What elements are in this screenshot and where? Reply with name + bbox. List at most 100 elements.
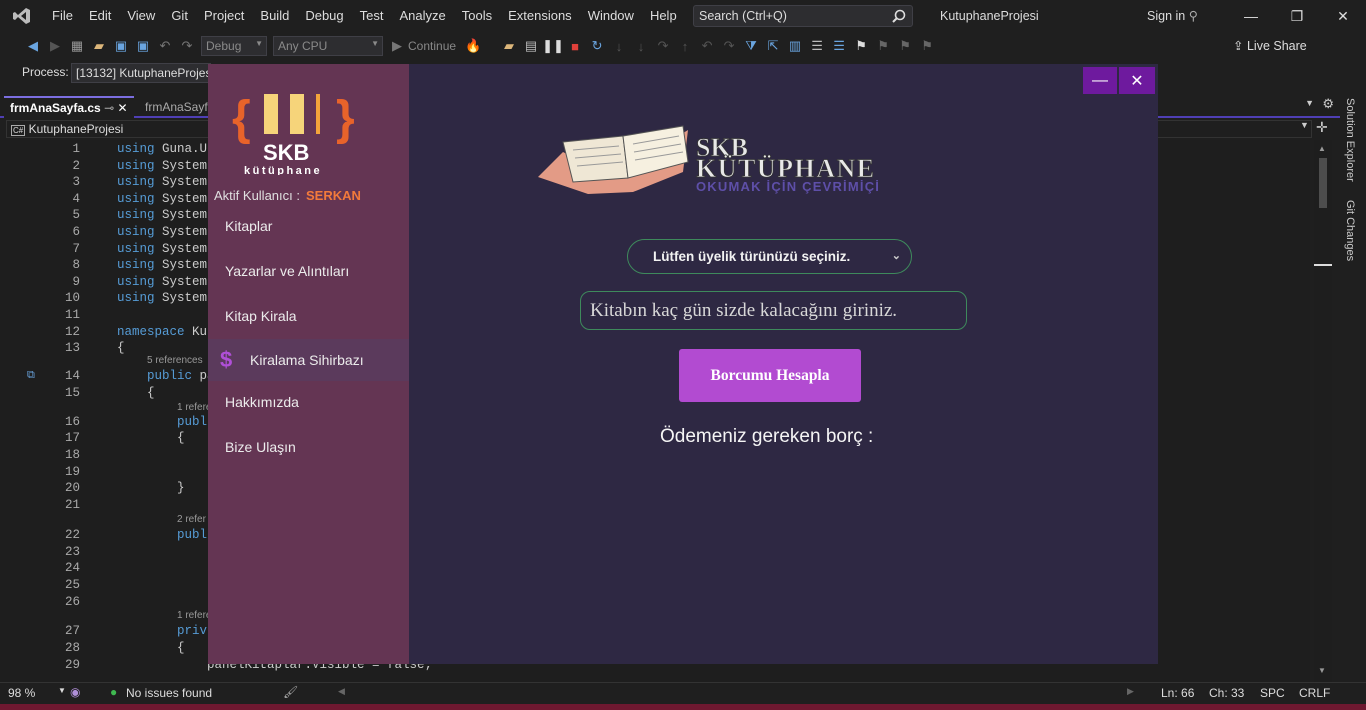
code-line[interactable]: using System: [117, 174, 207, 191]
codelens-references[interactable]: 2 refer: [177, 514, 206, 525]
scroll-down-icon[interactable]: ▼: [1318, 666, 1326, 675]
chevron-down-icon[interactable]: ▼: [58, 686, 66, 695]
codelens-references[interactable]: 5 references: [147, 355, 203, 366]
code-line[interactable]: {: [117, 430, 185, 447]
redo-nav-icon[interactable]: ↷: [719, 36, 739, 56]
codelens-references[interactable]: 1 refere: [177, 610, 211, 621]
menu-item-git[interactable]: Git: [163, 0, 196, 32]
stop-icon[interactable]: ■: [565, 36, 585, 56]
scroll-up-icon[interactable]: ▲: [1318, 144, 1326, 153]
code-line[interactable]: publ: [117, 414, 207, 431]
menu-item-help[interactable]: Help: [642, 0, 685, 32]
menu-item-analyze[interactable]: Analyze: [391, 0, 453, 32]
outdent-icon[interactable]: ☰: [829, 36, 849, 56]
undo-nav-icon[interactable]: ↶: [697, 36, 717, 56]
zoom-level[interactable]: 98 %: [8, 686, 35, 700]
inspect-icon[interactable]: ▥: [785, 36, 805, 56]
menu-item-tools[interactable]: Tools: [454, 0, 500, 32]
code-line[interactable]: {: [117, 385, 155, 402]
sidebar-item-kitap-kirala[interactable]: Kitap Kirala: [208, 295, 409, 337]
code-line[interactable]: {: [117, 340, 125, 357]
brush-icon[interactable]: 🖌: [283, 685, 298, 699]
save-all-icon[interactable]: ▣: [133, 36, 153, 56]
code-line[interactable]: using Guna.UI: [117, 141, 215, 158]
bookmark-prev-icon[interactable]: ⚑: [873, 36, 893, 56]
app-close-button[interactable]: ✕: [1119, 67, 1155, 94]
membership-type-dropdown[interactable]: Lütfen üyelik türünüzü seçiniz. ⌄: [627, 239, 912, 274]
split-editor-icon[interactable]: ✛: [1316, 119, 1328, 136]
visual-studio-logo-icon[interactable]: [0, 0, 44, 32]
menu-item-build[interactable]: Build: [252, 0, 297, 32]
sidebar-item-kiralama-sihirbazi[interactable]: $ Kiralama Sihirbazı: [208, 339, 409, 381]
minimize-window-button[interactable]: —: [1228, 0, 1274, 32]
solution-configuration-dropdown[interactable]: Debug ▼: [201, 36, 267, 56]
open-file-icon[interactable]: ▰: [89, 36, 109, 56]
menu-item-extensions[interactable]: Extensions: [500, 0, 580, 32]
close-window-button[interactable]: ✕: [1320, 0, 1366, 32]
code-line[interactable]: using System: [117, 207, 207, 224]
indent-icon[interactable]: ☰: [807, 36, 827, 56]
menu-item-window[interactable]: Window: [580, 0, 642, 32]
sign-in-link[interactable]: Sign in ⚲: [1147, 0, 1198, 32]
menu-item-file[interactable]: File: [44, 0, 81, 32]
sidebar-item-yazarlar[interactable]: Yazarlar ve Alıntıları: [208, 250, 409, 292]
hot-reload-icon[interactable]: 🔥: [463, 36, 483, 56]
layout-icon[interactable]: ▤: [521, 36, 541, 56]
code-line[interactable]: using System: [117, 224, 207, 241]
rental-days-input[interactable]: [580, 291, 967, 330]
menu-item-debug[interactable]: Debug: [297, 0, 351, 32]
code-line[interactable]: namespace Ku: [117, 324, 207, 341]
scroll-right-icon[interactable]: ▶: [1127, 686, 1134, 697]
line-ending[interactable]: CRLF: [1299, 686, 1330, 700]
scroll-left-icon[interactable]: ◀: [338, 686, 345, 697]
sidebar-item-hakkimizda[interactable]: Hakkımızda: [208, 381, 409, 423]
step-over-icon[interactable]: ↷: [653, 36, 673, 56]
code-line[interactable]: publ: [117, 527, 207, 544]
solution-platform-dropdown[interactable]: Any CPU ▼: [273, 36, 383, 56]
code-line[interactable]: using System: [117, 274, 207, 291]
settings-gear-icon[interactable]: ⚙: [1322, 96, 1334, 112]
code-line[interactable]: {: [117, 640, 185, 657]
code-line[interactable]: using System: [117, 290, 207, 307]
app-minimize-button[interactable]: —: [1083, 67, 1117, 94]
menu-item-project[interactable]: Project: [196, 0, 252, 32]
pin-icon[interactable]: ⊸: [104, 101, 114, 115]
undo-icon[interactable]: ↶: [155, 36, 175, 56]
menu-item-edit[interactable]: Edit: [81, 0, 119, 32]
continue-label[interactable]: Continue: [408, 39, 456, 53]
code-line[interactable]: using System: [117, 241, 207, 258]
redo-icon[interactable]: ↷: [177, 36, 197, 56]
pause-icon[interactable]: ❚❚: [542, 36, 564, 56]
live-share-button[interactable]: ⇪ Live Share: [1233, 32, 1307, 60]
bookmark-next-icon[interactable]: ⚑: [895, 36, 915, 56]
close-tab-icon[interactable]: ✕: [117, 101, 127, 115]
restore-window-button[interactable]: ❐: [1274, 0, 1320, 32]
step-into-icon[interactable]: ↓: [631, 36, 651, 56]
new-project-icon[interactable]: ▦: [67, 36, 87, 56]
tab-frmanasayfa-cs[interactable]: frmAnaSayfa.cs ⊸ ✕: [4, 96, 134, 118]
cursor-icon[interactable]: ⇱: [763, 36, 783, 56]
continue-icon[interactable]: ▶: [387, 36, 407, 56]
bookmark-icon[interactable]: ⚑: [851, 36, 871, 56]
code-line[interactable]: }: [117, 480, 185, 497]
sidebar-item-kitaplar[interactable]: Kitaplar: [208, 205, 409, 247]
diagnostics-icon[interactable]: ⧩: [741, 36, 761, 56]
search-box[interactable]: Search (Ctrl+Q): [693, 5, 913, 27]
folder-icon[interactable]: ▰: [499, 36, 519, 56]
step-out-icon[interactable]: ↑: [675, 36, 695, 56]
save-icon[interactable]: ▣: [111, 36, 131, 56]
scrollbar-thumb[interactable]: [1319, 158, 1327, 208]
tab-overflow-icon[interactable]: ▼: [1305, 98, 1314, 108]
calculate-debt-button[interactable]: Borcumu Hesapla: [679, 349, 861, 402]
sidebar-item-bize-ulasin[interactable]: Bize Ulaşın: [208, 426, 409, 468]
codelens-references[interactable]: 1 refere: [177, 402, 211, 413]
code-line[interactable]: priv: [117, 623, 207, 640]
issues-status[interactable]: No issues found: [126, 686, 212, 700]
code-line[interactable]: using System: [117, 257, 207, 274]
editor-vertical-scrollbar[interactable]: ▲ ▼: [1314, 140, 1332, 682]
git-changes-tab[interactable]: Git Changes: [1344, 200, 1356, 261]
code-line[interactable]: using System: [117, 191, 207, 208]
back-nav-icon[interactable]: ◀: [23, 36, 43, 56]
menu-item-test[interactable]: Test: [352, 0, 392, 32]
process-dropdown[interactable]: [13132] KutuphaneProjesi: [71, 63, 211, 83]
